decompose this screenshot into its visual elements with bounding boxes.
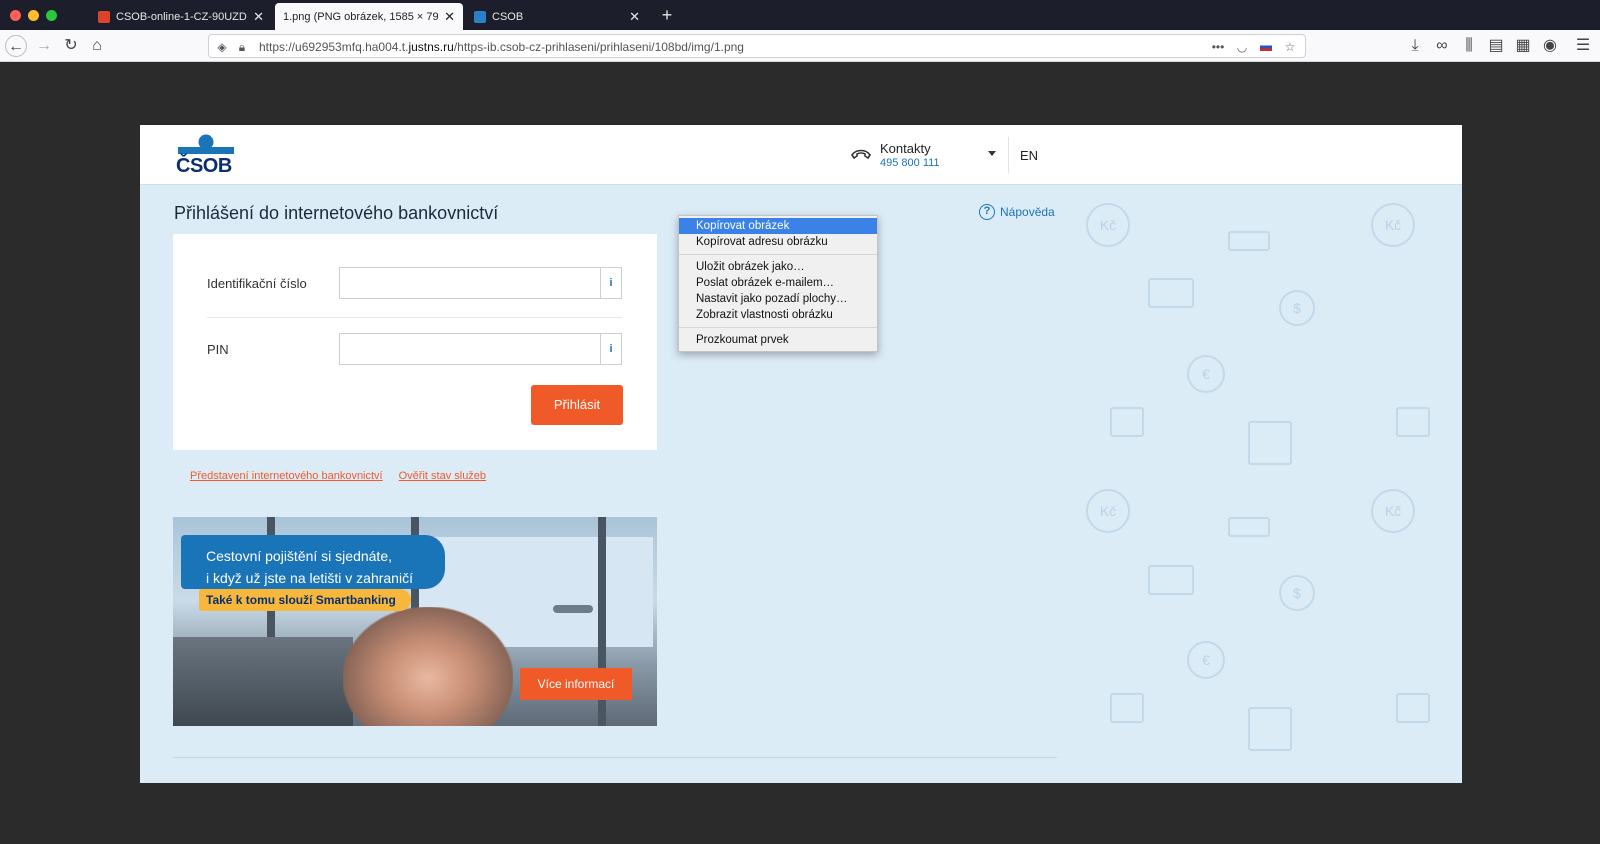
menu-item-email-image[interactable]: Poslat obrázek e-mailem…	[679, 275, 877, 291]
login-button[interactable]: Přihlásit	[531, 385, 623, 425]
menu-item-inspect[interactable]: Prozkoumat prvek	[679, 332, 877, 348]
more-info-button[interactable]: Více informací	[520, 668, 632, 700]
id-label: Identifikační číslo	[207, 276, 307, 291]
menu-item-set-background[interactable]: Nastavit jako pozadí plochy…	[679, 291, 877, 307]
minimize-window-button[interactable]	[28, 10, 39, 21]
logo-mark-icon	[178, 134, 234, 154]
intro-link[interactable]: Představení internetového bankovnictví	[190, 470, 383, 482]
menu-item-copy-image[interactable]: Kopírovat obrázek	[679, 218, 877, 234]
downloads-icon[interactable]: ⤓	[1404, 35, 1426, 57]
airplane-graphic	[553, 605, 593, 613]
bookmark-star-icon[interactable]: ☆	[1281, 38, 1299, 56]
language-switch[interactable]: EN	[1020, 148, 1038, 163]
logo-text: ČSOB	[176, 155, 232, 177]
tab-pdf[interactable]: CSOB-online-1-CZ-90UZDZ.pd ✕	[90, 3, 272, 30]
menu-icon[interactable]: ☰	[1572, 35, 1594, 57]
info-icon[interactable]: i	[600, 268, 621, 298]
context-menu: Kopírovat obrázek Kopírovat adresu obráz…	[678, 215, 878, 352]
chevron-down-icon[interactable]	[988, 151, 996, 156]
close-tab-icon[interactable]: ✕	[444, 9, 455, 25]
sidebar-icon[interactable]: ▤	[1485, 35, 1507, 57]
flag-icon[interactable]	[1257, 38, 1275, 56]
csob-favicon	[474, 10, 486, 23]
browser-tab-bar: CSOB-online-1-CZ-90UZDZ.pd ✕ 1.png (PNG …	[0, 0, 1600, 30]
dollar-coin-icon: $	[1279, 575, 1315, 611]
section-divider	[173, 757, 1057, 758]
pdf-icon	[98, 10, 110, 23]
reload-icon[interactable]: ↻	[60, 35, 82, 57]
tab-label: CSOB-online-1-CZ-90UZDZ.pd	[116, 10, 247, 23]
wallet-icon	[1396, 693, 1430, 723]
banknote-icon	[1228, 231, 1270, 251]
id-input[interactable]: i	[339, 267, 622, 299]
menu-separator	[679, 327, 877, 328]
tab-image[interactable]: 1.png (PNG obrázek, 1585 × 790 bo ✕	[275, 3, 463, 30]
library-icon[interactable]: ⫼	[1458, 35, 1480, 57]
contacts-phone[interactable]: 495 800 111	[880, 157, 940, 169]
menu-item-image-info[interactable]: Zobrazit vlastnosti obrázku	[679, 307, 877, 323]
url-bar[interactable]: ◈ 🔒︎ https://u692953mfq.ha004.t.justns.r…	[208, 34, 1306, 58]
reader-glasses-icon[interactable]: ∞	[1431, 35, 1453, 57]
tab-label: 1.png (PNG obrázek, 1585 × 790 bo	[283, 10, 439, 23]
pin-input[interactable]: i	[339, 333, 622, 365]
home-icon[interactable]: ⌂	[86, 35, 108, 57]
account-icon[interactable]: ◉	[1539, 35, 1561, 57]
footer-links: Představení internetového bankovnictví O…	[190, 470, 486, 482]
euro-coin-icon: €	[1187, 641, 1225, 679]
airport-seats-graphic	[173, 637, 353, 726]
family-selfie-photo	[343, 607, 513, 726]
euro-coin-icon: €	[1187, 355, 1225, 393]
page-title: Přihlášení do internetového bankovnictví	[174, 203, 499, 223]
forward-icon[interactable]: →	[33, 35, 55, 57]
info-icon[interactable]: i	[600, 334, 621, 364]
close-window-button[interactable]	[10, 10, 21, 21]
menu-item-save-image[interactable]: Uložit obrázek jako…	[679, 259, 877, 275]
close-tab-icon[interactable]: ✕	[629, 9, 640, 25]
csob-logo[interactable]: ČSOB	[176, 133, 236, 177]
site-header: ČSOB Kontakty 495 800 111 EN	[140, 125, 1462, 185]
lock-icon[interactable]: 🔒︎	[233, 38, 251, 56]
dollar-coin-icon: $	[1279, 290, 1315, 326]
help-label: Nápověda	[1000, 205, 1055, 219]
fullscreen-window-button[interactable]	[46, 10, 57, 21]
tab-csob[interactable]: CSOB ✕	[466, 3, 648, 30]
calculator-icon	[1248, 421, 1292, 465]
card-icon	[1148, 565, 1194, 595]
pocket-icon[interactable]: ◡	[1233, 38, 1251, 56]
koruna-coin-icon: Kč	[1086, 489, 1130, 533]
promo-banner[interactable]: Cestovní pojištění si sjednáte, i když u…	[173, 517, 657, 726]
shield-icon[interactable]: ◈	[213, 38, 231, 56]
calculator-icon	[1248, 707, 1292, 751]
phone-icon	[851, 149, 871, 160]
wallet-icon	[1110, 407, 1144, 437]
help-link[interactable]: ? Nápověda	[979, 204, 1055, 220]
form-divider	[207, 317, 622, 318]
banner-headline: Cestovní pojištění si sjednáte, i když u…	[206, 548, 413, 586]
koruna-coin-icon: Kč	[1371, 203, 1415, 247]
url-text[interactable]: https://u692953mfq.ha004.t.justns.ru/htt…	[259, 40, 744, 54]
more-actions-icon[interactable]: •••	[1209, 38, 1227, 56]
question-icon: ?	[979, 204, 995, 220]
service-status-link[interactable]: Ověřit stav služeb	[399, 470, 486, 482]
new-tab-icon[interactable]: +	[656, 4, 678, 26]
wallet-icon	[1396, 407, 1430, 437]
back-icon[interactable]: ←	[5, 35, 27, 57]
browser-toolbar: ← → ↻ ⌂ ◈ 🔒︎ https://u692953mfq.ha004.t.…	[0, 30, 1600, 62]
koruna-coin-icon: Kč	[1086, 203, 1130, 247]
card-icon	[1148, 278, 1194, 308]
tab-label: CSOB	[492, 10, 524, 23]
close-tab-icon[interactable]: ✕	[253, 9, 264, 25]
header-divider	[1008, 137, 1009, 173]
koruna-coin-icon: Kč	[1371, 489, 1415, 533]
banner-tagline: Také k tomu slouží Smartbanking	[206, 593, 396, 607]
pin-label: PIN	[207, 342, 229, 357]
wallet-icon	[1110, 693, 1144, 723]
banknote-icon	[1228, 517, 1270, 537]
contacts-label: Kontakty	[880, 141, 931, 156]
contacts-menu[interactable]: Kontakty 495 800 111	[851, 141, 940, 169]
menu-separator	[679, 254, 877, 255]
login-form: Identifikační číslo i PIN i Přihlásit	[173, 234, 657, 450]
reader-view-icon[interactable]: ▦	[1512, 35, 1534, 57]
menu-item-copy-image-address[interactable]: Kopírovat adresu obrázku	[679, 234, 877, 250]
